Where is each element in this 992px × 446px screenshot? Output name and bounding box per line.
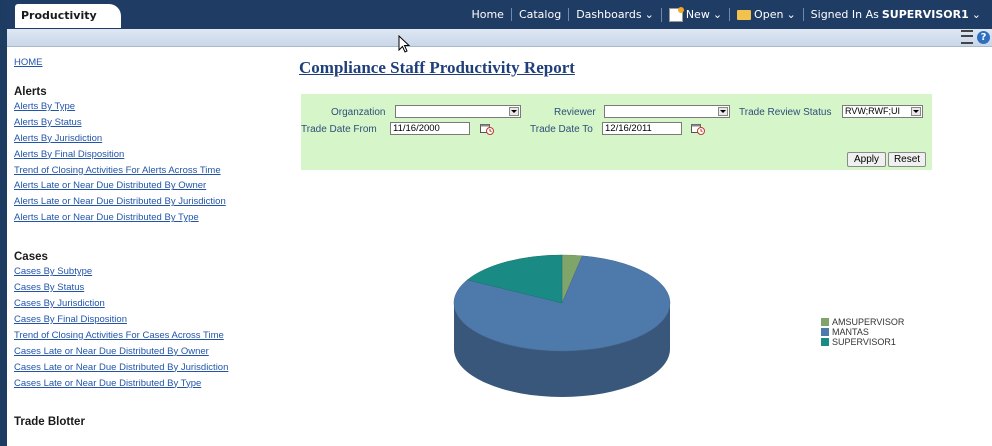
trade-date-from-label: Trade Date From — [301, 124, 377, 135]
menu-open-label: Open — [754, 8, 784, 21]
sidebar-cases-link[interactable]: Cases By Status — [14, 280, 284, 296]
menu-home[interactable]: Home — [464, 8, 510, 21]
sidebar-alerts-link[interactable]: Alerts By Type — [14, 99, 284, 115]
legend-swatch — [821, 318, 829, 326]
calendar-icon[interactable] — [480, 123, 494, 135]
dropdown-arrow-icon — [509, 107, 519, 116]
legend-item: SUPERVISOR1 — [821, 337, 904, 347]
menu-new[interactable]: New ⌄ — [660, 6, 729, 22]
apply-button[interactable]: Apply — [847, 152, 886, 167]
menu-catalog-label: Catalog — [518, 8, 562, 21]
trade-review-status-value: RVW;RWF;UI — [845, 106, 901, 116]
sidebar-cases-link[interactable]: Trend of Closing Activities For Cases Ac… — [14, 328, 284, 344]
dropdown-arrow-icon — [911, 107, 921, 116]
sidebar-alerts-link[interactable]: Alerts Late or Near Due Distributed By T… — [14, 210, 284, 226]
report-title: Compliance Staff Productivity Report — [299, 58, 575, 77]
organization-label: Organzation — [331, 107, 386, 118]
window-frame — [0, 0, 7, 446]
trade-date-from-input[interactable]: 11/16/2000 — [390, 122, 470, 135]
signed-in-user: SUPERVISOR1 — [881, 8, 969, 21]
sidebar-alerts-link[interactable]: Alerts By Final Disposition — [14, 147, 284, 163]
menu-open[interactable]: Open ⌄ — [729, 8, 803, 21]
page-toolbar: ? — [7, 29, 992, 47]
sidebar: HOME Alerts Alerts By Type Alerts By Stat… — [14, 55, 284, 429]
menu-catalog[interactable]: Catalog — [510, 8, 568, 21]
signed-in-prefix: Signed In As — [810, 8, 879, 21]
chevron-down-icon: ⌄ — [971, 8, 981, 21]
sidebar-alerts-link[interactable]: Alerts By Status — [14, 115, 284, 131]
top-menu-bar: Productivity Home Catalog Dashboards ⌄ Ne… — [7, 0, 992, 29]
dropdown-arrow-icon — [718, 107, 728, 116]
legend-label: SUPERVISOR1 — [832, 337, 896, 347]
sidebar-cases-link[interactable]: Cases By Final Disposition — [14, 312, 284, 328]
pie-chart — [453, 254, 671, 397]
mouse-cursor-icon — [398, 35, 411, 53]
trade-date-to-label: Trade Date To — [530, 124, 593, 135]
filter-panel: Organzation Reviewer Trade Review Status… — [301, 94, 932, 170]
folder-icon — [737, 9, 752, 20]
calendar-icon[interactable] — [691, 123, 705, 135]
global-menu: Home Catalog Dashboards ⌄ New ⌄ Open ⌄ Sign… — [464, 0, 988, 29]
menu-home-label: Home — [471, 8, 504, 21]
trade-review-status-select[interactable]: RVW;RWF;UI — [842, 105, 923, 118]
chart-legend: AMSUPERVISOR MANTAS SUPERVISOR1 — [821, 317, 904, 347]
legend-label: MANTAS — [832, 327, 869, 337]
reviewer-label: Reviewer — [554, 107, 596, 118]
legend-swatch — [821, 328, 829, 336]
chevron-down-icon: ⌄ — [786, 8, 796, 21]
sidebar-alerts-link[interactable]: Trend of Closing Activities For Alerts A… — [14, 163, 284, 179]
trade-review-status-label: Trade Review Status — [739, 107, 832, 118]
sidebar-alerts-link[interactable]: Alerts Late or Near Due Distributed By J… — [14, 194, 284, 210]
sidebar-alerts-link[interactable]: Alerts By Jurisdiction — [14, 131, 284, 147]
reviewer-select[interactable] — [604, 105, 730, 118]
section-title-cases: Cases — [14, 251, 48, 264]
sidebar-link-home[interactable]: HOME — [14, 55, 284, 71]
chevron-down-icon: ⌄ — [644, 8, 654, 21]
sidebar-cases-link[interactable]: Cases By Jurisdiction — [14, 296, 284, 312]
organization-select[interactable] — [395, 105, 521, 118]
menu-dashboards-label: Dashboards — [576, 8, 642, 21]
sidebar-cases-link[interactable]: Cases By Subtype — [14, 264, 284, 280]
legend-swatch — [821, 338, 829, 346]
legend-item: AMSUPERVISOR — [821, 317, 904, 327]
menu-new-label: New — [685, 8, 710, 21]
section-title-alerts: Alerts — [14, 85, 47, 98]
menu-dashboards[interactable]: Dashboards ⌄ — [568, 8, 661, 21]
chevron-down-icon: ⌄ — [712, 8, 723, 21]
reset-button[interactable]: Reset — [888, 152, 926, 167]
tab-productivity[interactable]: Productivity — [15, 4, 121, 28]
trade-date-to-input[interactable]: 12/16/2011 — [602, 122, 682, 135]
section-title-trade-blotter: Trade Blotter — [14, 416, 85, 429]
sidebar-cases-link[interactable]: Cases Late or Near Due Distributed By Ow… — [14, 344, 284, 360]
sidebar-alerts-link[interactable]: Alerts Late or Near Due Distributed By O… — [14, 178, 284, 194]
page-options-icon[interactable] — [961, 30, 973, 44]
menu-signed-in[interactable]: Signed In As SUPERVISOR1 ⌄ — [802, 8, 988, 21]
help-icon[interactable]: ? — [977, 30, 990, 44]
sidebar-cases-link[interactable]: Cases Late or Near Due Distributed By Ju… — [14, 360, 284, 376]
legend-label: AMSUPERVISOR — [832, 317, 905, 327]
sidebar-cases-link[interactable]: Cases Late or Near Due Distributed By Ty… — [14, 376, 284, 392]
legend-item: MANTAS — [821, 327, 904, 337]
new-document-icon — [668, 6, 684, 22]
